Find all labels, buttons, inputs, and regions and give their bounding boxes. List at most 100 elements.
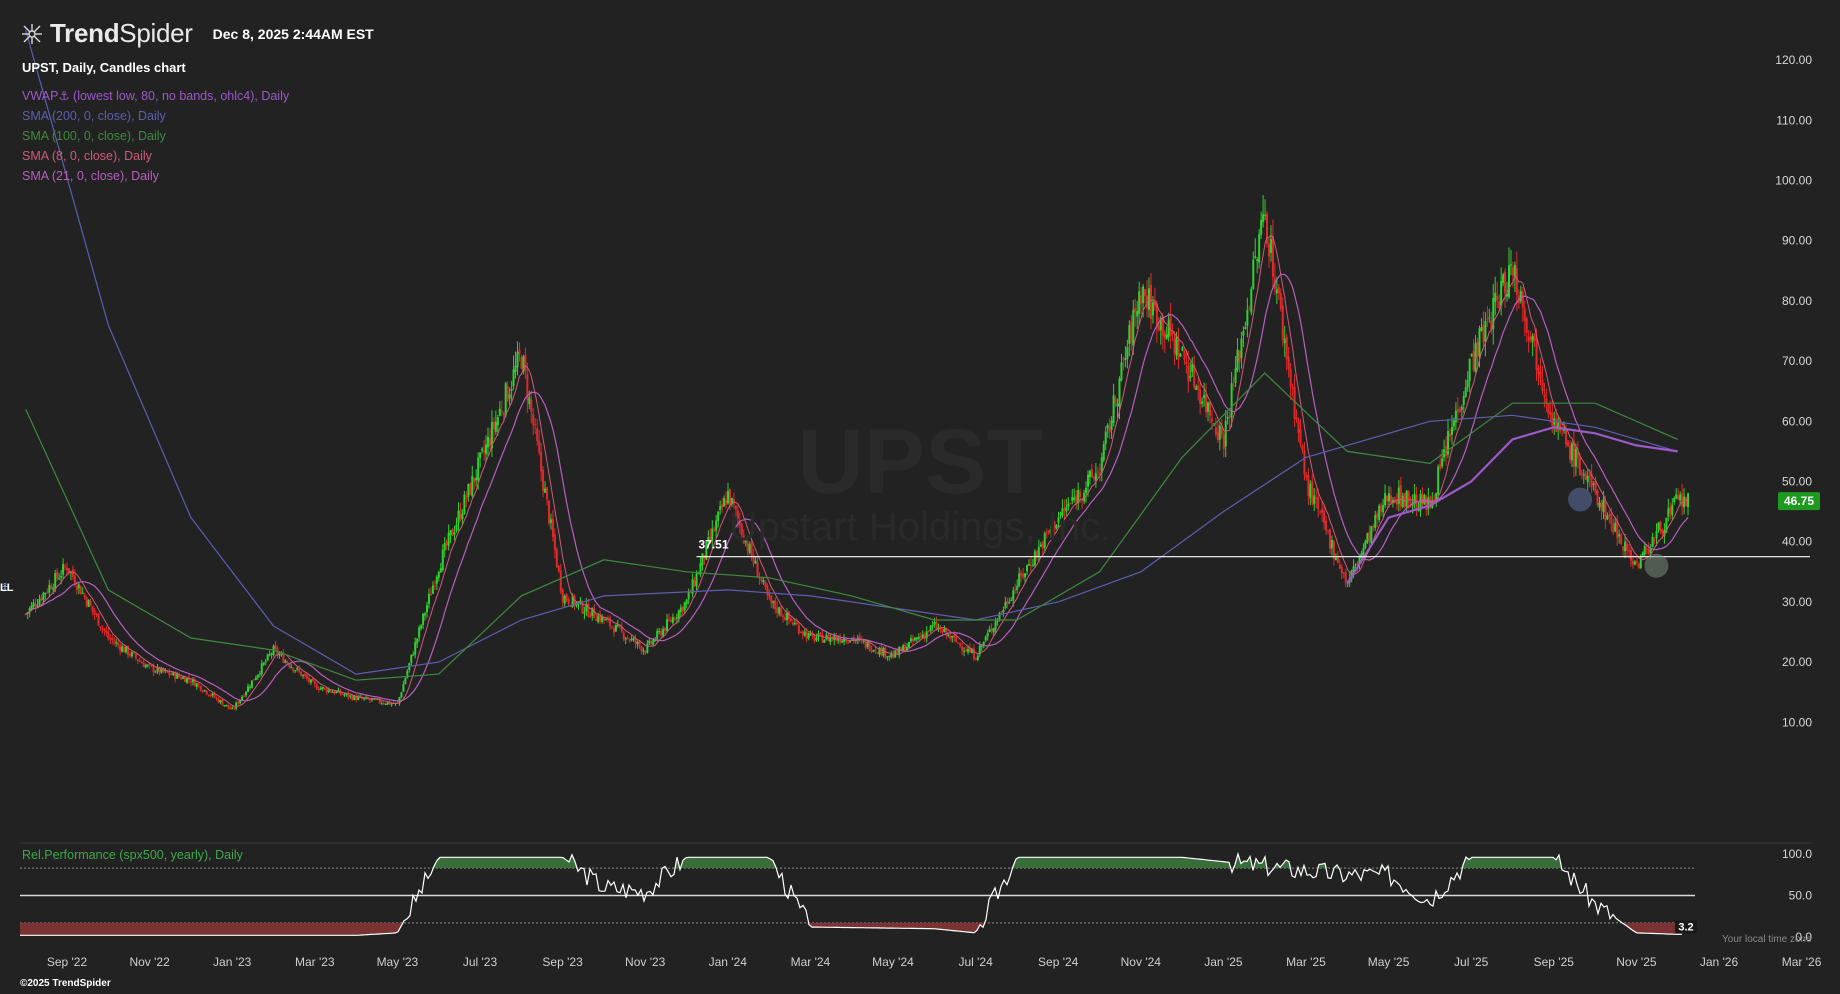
candle-body [656,631,659,639]
candle-body [150,665,153,667]
candle-body [390,703,393,705]
candle-body [433,585,436,587]
candle-body [986,632,989,637]
candle-body [402,683,405,692]
candle-body [1468,358,1471,382]
candle-body [819,632,822,634]
x-tick-label: Jul '23 [463,955,498,969]
candle-body [872,650,875,652]
candle-body [1344,572,1347,583]
y-tick-label: 30.00 [1782,595,1812,609]
candle-body [701,553,704,566]
candle-body [817,633,820,637]
candle-body [441,549,444,571]
candle-body [508,394,511,399]
legend-item-sma-8[interactable]: SMA (8, 0, close), Daily [22,146,289,166]
candle-body [1252,259,1255,289]
legend-item-sma-200[interactable]: SMA (200, 0, close), Daily [22,106,289,126]
candle-body [298,668,301,672]
candle-body [644,651,647,654]
candle-body [884,647,887,658]
candle-body [351,695,354,700]
indicator-legend: VWAP⚓ (lowest low, 80, no bands, ohlc4),… [22,86,289,186]
candle-body [1494,293,1497,302]
candle-body [902,645,905,651]
candle-body [837,639,840,641]
x-tick-label: May '25 [1368,955,1410,969]
candle-body [931,625,934,627]
x-tick-label: Mar '25 [1286,955,1326,969]
candle-body [317,688,320,690]
candle-body [813,634,816,642]
candle-body [892,654,895,658]
candle-body [1279,292,1282,309]
candle-body [557,565,560,571]
candle-body [266,654,269,661]
legend-item-sma-21[interactable]: SMA (21, 0, close), Daily [22,166,289,186]
candle-body [1016,585,1019,590]
candle-body [921,634,924,638]
candle-body [774,600,777,609]
candle-body [963,650,966,652]
candle-body [1342,572,1345,574]
candle-body [144,664,147,668]
candle-body [506,385,509,402]
candle-body [1474,343,1477,372]
candle-body [40,597,43,600]
candle-body [612,628,615,633]
rel-performance-label[interactable]: Rel.Performance (spx500, yearly), Daily [22,848,243,862]
candle-body [437,571,440,578]
candle-body [270,653,273,655]
candle-body [117,642,120,646]
candle-body [262,662,265,665]
candle-body [559,570,562,592]
candle-body [123,646,126,653]
candle-body [935,621,938,630]
candle-body [1269,238,1272,253]
candle-body [176,673,179,679]
candle-body [754,560,757,564]
candle-body [1258,233,1261,263]
candle-body [671,617,674,623]
candle-body [1254,256,1257,258]
candle-body [907,641,910,648]
candle-body [327,689,330,693]
candle-body [343,694,346,696]
anchor-label: LL [0,582,14,594]
candle-body [213,694,216,698]
candle-body [56,571,59,579]
candle-body [168,671,171,675]
candle-body [180,676,183,680]
legend-item-sma-100[interactable]: SMA (100, 0, close), Daily [22,126,289,146]
candle-body [886,656,889,658]
candle-body [306,675,309,679]
candle-body [439,568,442,573]
candle-body [140,662,143,664]
candle-body [642,650,645,652]
candle-body [48,584,51,593]
candle-body [616,624,619,626]
candle-body [1002,609,1005,613]
x-tick-label: Nov '25 [1616,955,1657,969]
candle-body [1012,590,1015,601]
candle-body [85,597,88,606]
candle-body [673,618,676,620]
candle-body [1262,214,1265,223]
candle-body [282,653,285,663]
candle-body [130,652,133,657]
candle-body [258,673,261,675]
candle-body [967,649,970,653]
candle-body [990,628,993,631]
candle-body [681,606,684,612]
candle-body [201,691,204,693]
candle-body [1354,564,1357,566]
candle-body [778,607,781,614]
candle-body [675,617,678,619]
candle-body [1268,243,1271,257]
legend-item-vwap[interactable]: VWAP⚓ (lowest low, 80, no bands, ohlc4),… [22,86,289,106]
candle-body [1197,385,1200,390]
candle-body [996,620,999,622]
candle-body [640,646,643,652]
candle-body [1006,600,1009,605]
candle-body [1635,561,1638,563]
